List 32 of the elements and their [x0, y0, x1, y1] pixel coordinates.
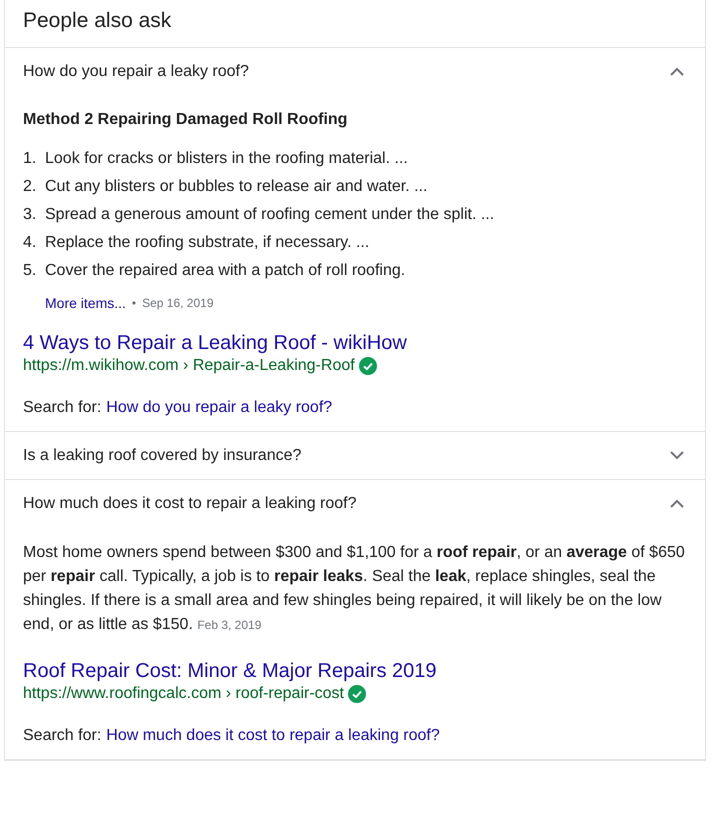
more-items-link[interactable]: More items... — [45, 295, 126, 311]
result-title-link[interactable]: Roof Repair Cost: Minor & Major Repairs 2019 — [23, 657, 437, 685]
search-for-label: Search for: — [23, 727, 102, 745]
chevron-up-icon — [670, 499, 684, 508]
question-text[interactable]: How much does it cost to repair a leaking roof? — [23, 494, 356, 512]
verified-check-icon — [348, 685, 366, 703]
answer-date: Sep 16, 2019 — [142, 296, 214, 310]
list-number: 3. — [23, 206, 38, 224]
question-text[interactable]: Is a leaking roof covered by insurance? — [23, 446, 302, 464]
result-url: https://www.roofingcalc.com › roof-repair-cost — [23, 685, 344, 703]
chevron-up-icon — [670, 67, 684, 76]
list-item-text: Look for cracks or blisters in the roofing material. ... — [45, 150, 408, 168]
list-number: 5. — [23, 262, 38, 280]
section-title: People also ask — [5, 0, 705, 48]
answer-paragraph: Most home owners spend between $300 and $1,100 for a roof repair, or an average of $650 per repair call. Typically, a job is to repair leaks. Seal the leak, replace shingles, seal the shingles. If there is a small area and few shingles being repaired, it will likely be on the low end, or as little as $150. Feb 3, 2019 — [23, 544, 685, 633]
question-text[interactable]: How do you repair a leaky roof? — [23, 62, 249, 80]
answer-heading: Method 2 Repairing Damaged Roll Roofing — [23, 111, 348, 129]
chevron-down-icon — [670, 451, 684, 460]
list-number: 1. — [23, 150, 38, 168]
search-for-label: Search for: — [23, 399, 102, 417]
result-url: https://m.wikihow.com › Repair-a-Leaking-Roof — [23, 357, 355, 375]
list-item-text: Replace the roofing substrate, if necessary. ... — [45, 234, 370, 252]
verified-check-icon — [358, 357, 377, 375]
search-for-link[interactable]: How do you repair a leaky roof? — [106, 399, 332, 417]
list-item-text: Cover the repaired area with a patch of roll roofing. — [45, 262, 406, 280]
list-item-text: Cut any blisters or bubbles to release air and water. ... — [45, 178, 428, 196]
result-title-link[interactable]: 4 Ways to Repair a Leaking Roof - wikiHow — [23, 329, 407, 357]
list-number: 4. — [23, 234, 38, 252]
list-item-text: Spread a generous amount of roofing cement under the split. ... — [45, 206, 494, 224]
search-for-link[interactable]: How much does it cost to repair a leaking roof? — [106, 727, 440, 745]
list-number: 2. — [23, 178, 38, 196]
separator-dot: • — [132, 296, 136, 310]
